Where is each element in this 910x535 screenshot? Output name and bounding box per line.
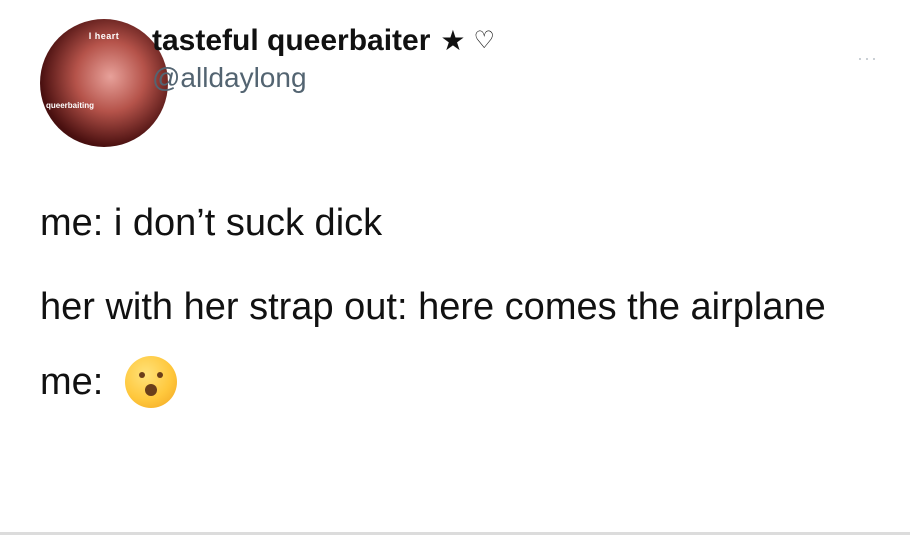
heart-icon: ♡ bbox=[473, 27, 496, 54]
tweet-body: me: i don’t suck dick her with her strap… bbox=[40, 200, 880, 408]
user-handle[interactable]: @alldaylong bbox=[152, 60, 672, 96]
emoji-mouth bbox=[145, 384, 158, 396]
display-name[interactable]: tasteful queerbaiter ★ ♡ bbox=[152, 22, 672, 60]
hushed-face-emoji-icon bbox=[125, 356, 178, 408]
avatar-side-text: queerbaiting bbox=[46, 101, 95, 110]
avatar[interactable]: I heart queerbaiting bbox=[40, 19, 168, 147]
tweet-card: I heart queerbaiting tasteful queerbaite… bbox=[0, 0, 910, 535]
emoji-left-eye bbox=[139, 372, 146, 378]
star-icon: ★ bbox=[440, 25, 466, 56]
emoji-right-eye bbox=[157, 372, 164, 378]
tweet-header: I heart queerbaiting bbox=[40, 18, 168, 148]
more-options-icon[interactable]: ··· bbox=[857, 48, 878, 69]
tweet-line-1: me: i don’t suck dick bbox=[40, 202, 383, 244]
tweet-line-3: me: bbox=[40, 356, 880, 408]
avatar-top-text: I heart bbox=[88, 31, 120, 41]
display-name-text[interactable]: tasteful queerbaiter bbox=[152, 22, 430, 60]
tweet-line-2: her with her strap out: here comes the a… bbox=[40, 286, 826, 328]
user-info: tasteful queerbaiter ★ ♡ @alldaylong bbox=[152, 22, 672, 96]
tweet-line-3-prefix: me: bbox=[40, 361, 104, 403]
